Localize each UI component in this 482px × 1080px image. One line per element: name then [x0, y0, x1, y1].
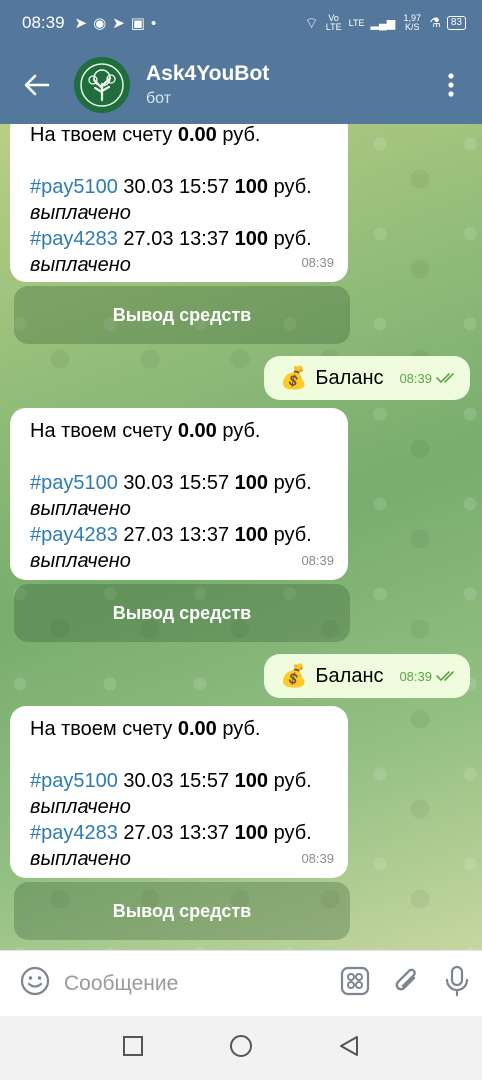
payment-line: #pay5100 30.03 15:57 100 руб.: [30, 472, 312, 494]
withdraw-button[interactable]: Вывод средств: [14, 584, 350, 642]
more-vertical-icon: [448, 73, 454, 97]
bot-avatar[interactable]: [74, 57, 130, 113]
whatsapp-icon: ◉: [93, 14, 107, 32]
balance-line: На твоем счету 0.00 руб.: [30, 718, 261, 740]
chat-subtitle: бот: [146, 90, 172, 107]
payment-line: #pay4283 27.03 13:37 100 руб.: [30, 228, 312, 250]
hashtag-link[interactable]: #pay5100: [30, 472, 118, 494]
back-button[interactable]: [0, 74, 74, 96]
signal-icon: ▂▄▆: [370, 17, 396, 30]
chat-title: Ask4YouBot: [146, 62, 270, 85]
bot-message: На твоем счету 0.00 руб. #pay5100 30.03 …: [10, 124, 348, 282]
payment-line: #pay5100 30.03 15:57 100 руб.: [30, 770, 312, 792]
hashtag-link[interactable]: #pay4283: [30, 822, 118, 844]
payment-status: выплачено: [30, 550, 131, 572]
hashtag-link[interactable]: #pay5100: [30, 176, 118, 198]
home-button[interactable]: [229, 1034, 253, 1063]
user-message: 💰 Баланс 08:39: [264, 356, 470, 400]
balance-line: На твоем счету 0.00 руб.: [30, 124, 261, 146]
user-message-text: Баланс: [315, 664, 384, 687]
telegram-icon: ➤: [74, 14, 88, 32]
payment-line: #pay4283 27.03 13:37 100 руб.: [30, 524, 312, 546]
circle-icon: [229, 1034, 252, 1057]
square-icon: [123, 1035, 144, 1056]
payment-status: выплачено: [30, 498, 131, 520]
withdraw-button[interactable]: Вывод средств: [14, 882, 350, 940]
chat-title-block[interactable]: Ask4YouBot бот: [146, 62, 269, 108]
payment-status: выплачено: [30, 796, 131, 818]
dot-icon: •: [150, 14, 157, 32]
keyboard-grid-icon: [340, 966, 370, 996]
chat-header: Ask4YouBot бот: [0, 46, 482, 124]
smiley-icon: [20, 966, 50, 996]
withdraw-button[interactable]: Вывод средств: [14, 286, 350, 344]
chat-area[interactable]: На твоем счету 0.00 руб. #pay5100 30.03 …: [0, 124, 482, 950]
status-bar: 08:39 ➤ ◉ ➤ ▣ • ⌔ Vo LTE LTE ▂▄▆ 1,97 K/…: [0, 0, 482, 46]
net-speed: 1,97 K/S: [403, 13, 421, 32]
message-time: 08:39: [301, 255, 334, 270]
hashtag-link[interactable]: #pay4283: [30, 228, 118, 250]
triangle-back-icon: [339, 1035, 358, 1056]
message-time: 08:39: [399, 668, 432, 684]
volte-label: Vo LTE: [325, 13, 342, 32]
bot-keyboard-button[interactable]: [340, 966, 370, 1001]
telegram-icon-2: ➤: [112, 14, 125, 32]
message-input[interactable]: Сообщение: [64, 972, 178, 996]
voice-message-button[interactable]: [444, 965, 470, 1002]
more-menu-button[interactable]: [420, 72, 482, 98]
tree-logo-icon: [80, 63, 124, 107]
back-nav-button[interactable]: [338, 1035, 360, 1062]
message-time: 08:39: [301, 851, 334, 866]
money-bag-icon: 💰: [280, 663, 308, 688]
double-check-icon: [436, 671, 454, 681]
payment-status: выплачено: [30, 202, 131, 224]
bot-message: На твоем счету 0.00 руб. #pay5100 30.03 …: [10, 706, 348, 878]
wifi-icon: ⌔: [304, 14, 319, 32]
microphone-icon: [445, 965, 469, 997]
payment-status: выплачено: [30, 254, 131, 276]
system-nav-bar: [0, 1016, 482, 1080]
message-time: 08:39: [301, 553, 334, 568]
balance-line: На твоем счету 0.00 руб.: [30, 420, 261, 442]
battery-indicator: 83: [446, 16, 466, 30]
message-time: 08:39: [399, 370, 432, 386]
bot-message: На твоем счету 0.00 руб. #pay5100 30.03 …: [10, 408, 348, 580]
lab-icon: ⚗: [429, 15, 441, 30]
user-message-text: Баланс: [315, 366, 384, 389]
double-check-icon: [436, 373, 454, 383]
emoji-button[interactable]: [20, 966, 50, 1001]
payment-line: #pay5100 30.03 15:57 100 руб.: [30, 176, 312, 198]
app-notification-icon: ▣: [130, 14, 145, 32]
hashtag-link[interactable]: #pay5100: [30, 770, 118, 792]
message-input-bar: Сообщение: [0, 950, 482, 1016]
payment-line: #pay4283 27.03 13:37 100 руб.: [30, 822, 312, 844]
back-arrow-icon: [24, 74, 50, 96]
attach-button[interactable]: [392, 966, 422, 1001]
money-bag-icon: 💰: [280, 365, 308, 390]
paperclip-icon: [395, 968, 416, 991]
lte-label: LTE: [348, 17, 365, 28]
hashtag-link[interactable]: #pay4283: [30, 524, 118, 546]
status-time: 08:39: [22, 13, 65, 32]
user-message: 💰 Баланс 08:39: [264, 654, 470, 698]
recent-apps-button[interactable]: [122, 1035, 144, 1062]
payment-status: выплачено: [30, 848, 131, 870]
